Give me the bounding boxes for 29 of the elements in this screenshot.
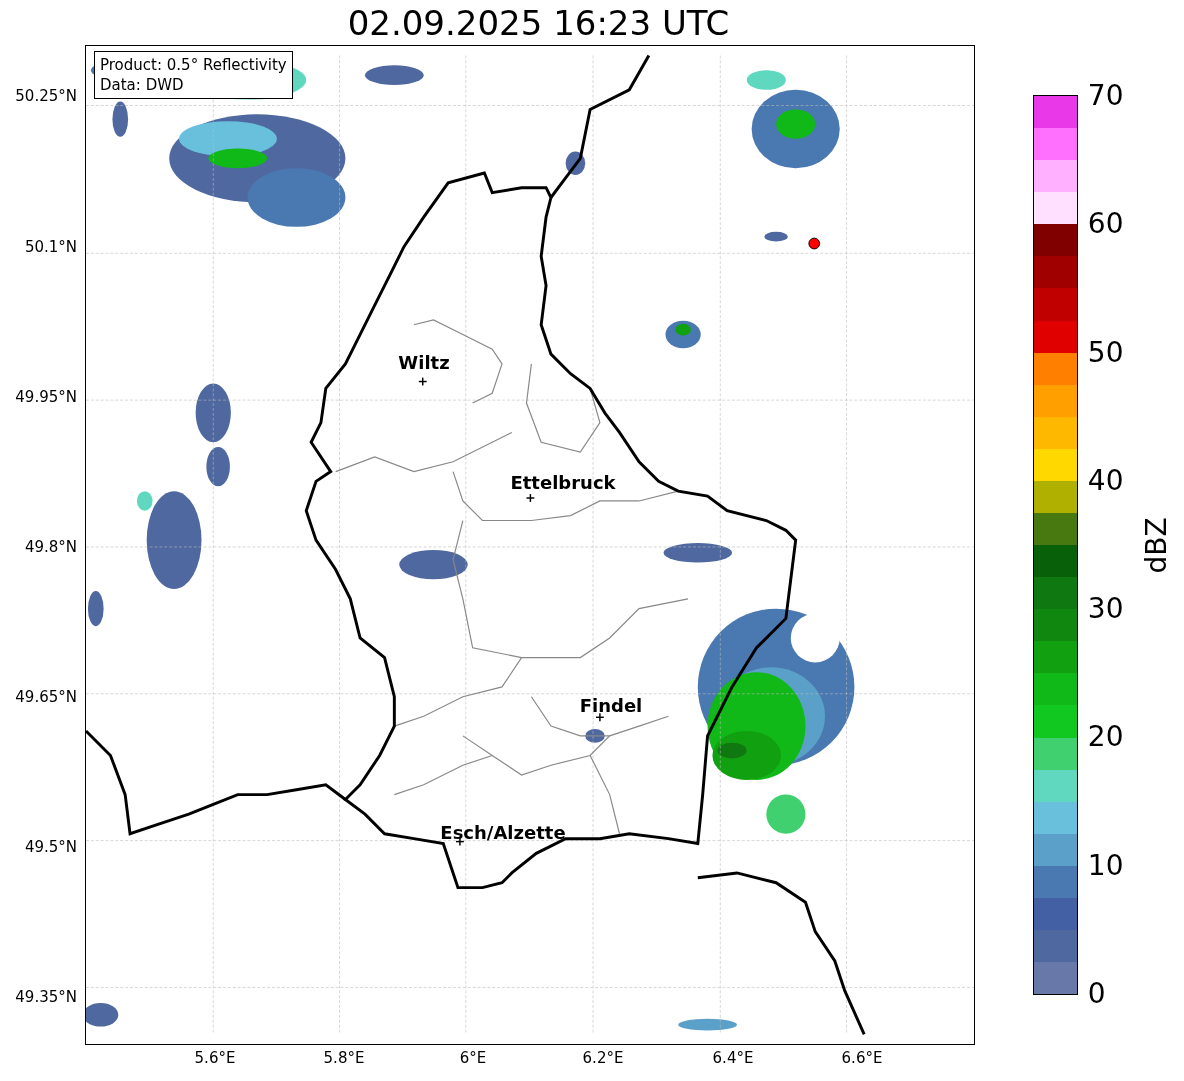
latitude-label: 50.25°N bbox=[15, 87, 77, 105]
colorbar-tick-label: 40 bbox=[1087, 466, 1124, 495]
longitude-label: 6.2°E bbox=[582, 1049, 624, 1067]
longitude-label: 6.4°E bbox=[712, 1049, 754, 1067]
colorbar-tick-label: 20 bbox=[1087, 723, 1124, 752]
longitude-label: 6.6°E bbox=[841, 1049, 883, 1067]
colorbar-tick-label: 30 bbox=[1087, 595, 1124, 624]
colorbar-tick-label: 50 bbox=[1087, 338, 1124, 367]
city-label: Wiltz bbox=[398, 351, 450, 373]
longitude-label: 6°E bbox=[459, 1049, 487, 1067]
colorbar-tick-label: 10 bbox=[1087, 851, 1124, 880]
colorbar-tick-label: 0 bbox=[1087, 980, 1106, 1008]
latitude-label: 50.1°N bbox=[24, 238, 77, 256]
latitude-label: 49.35°N bbox=[15, 988, 77, 1006]
colorbar-tick-label: 70 bbox=[1087, 82, 1124, 110]
info-text: Product: 0.5° Reflectivity bbox=[100, 55, 287, 75]
latitude-label: 49.8°N bbox=[24, 538, 77, 556]
colorbar-tick-label: 60 bbox=[1087, 210, 1124, 239]
latitude-label: 49.5°N bbox=[24, 838, 77, 856]
city-label: Findel bbox=[579, 694, 643, 716]
city-label: Esch/Alzette bbox=[440, 821, 566, 843]
latitude-label: 49.95°N bbox=[15, 388, 77, 406]
chart-title: 02.09.2025 16:23 UTC bbox=[347, 2, 730, 43]
latitude-label: 49.65°N bbox=[15, 688, 77, 706]
info-text: Data: DWD bbox=[100, 75, 185, 95]
longitude-label: 5.8°E bbox=[323, 1049, 365, 1067]
longitude-label: 5.6°E bbox=[194, 1049, 236, 1067]
city-label: Ettelbruck bbox=[510, 471, 616, 493]
colorbar-label: dBZ bbox=[1139, 516, 1173, 574]
